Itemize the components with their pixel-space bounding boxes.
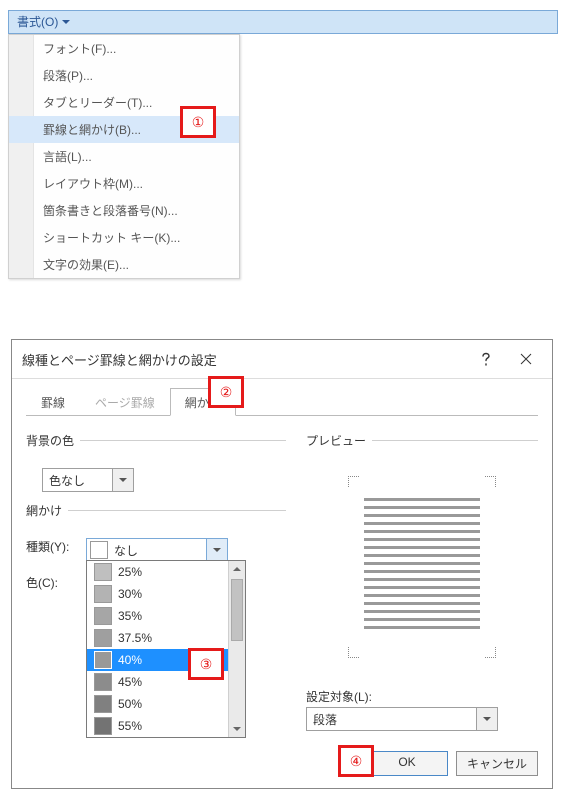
apply-to-label: 設定対象(L):: [306, 688, 538, 705]
scroll-up-button[interactable]: [229, 561, 245, 577]
menu-item-text-effects[interactable]: 文字の効果(E)...: [9, 251, 239, 278]
callout-4: ④: [338, 745, 374, 777]
pattern-dropdown-arrow[interactable]: [206, 539, 227, 561]
swatch-icon: [94, 673, 112, 691]
pattern-option-label: 50%: [118, 697, 142, 711]
bg-color-group-label: 背景の色: [26, 432, 80, 449]
swatch-icon: [94, 651, 112, 669]
pattern-option-label: 25%: [118, 565, 142, 579]
help-icon: [480, 352, 492, 366]
pattern-option-label: 37.5%: [118, 631, 152, 645]
preview-group-label: プレビュー: [306, 432, 372, 449]
callout-3: ③: [188, 648, 224, 680]
dialog-body: 罫線 ページ罫線 網かけ ② 背景の色 色なし: [12, 379, 552, 745]
apply-to-value: 段落: [307, 711, 476, 728]
pattern-option[interactable]: 37.5%: [87, 627, 245, 649]
format-menu-label: 書式(O): [17, 13, 58, 30]
chevron-down-icon: [213, 546, 221, 554]
tab-page-border[interactable]: ページ罫線: [80, 388, 170, 416]
chevron-down-icon: [483, 715, 491, 723]
menu-item-shortcut[interactable]: ショートカット キー(K)...: [9, 224, 239, 251]
menu-item-language[interactable]: 言語(L)...: [9, 143, 239, 170]
preview-corner-icon: [348, 647, 359, 658]
callout-2: ②: [208, 376, 244, 408]
pattern-option-label: 40%: [118, 653, 142, 667]
shading-group-label: 網かけ: [26, 502, 68, 519]
menu-item-paragraph[interactable]: 段落(P)...: [9, 62, 239, 89]
preview-corner-icon: [485, 476, 496, 487]
cancel-button[interactable]: キャンセル: [456, 751, 538, 776]
preview-corner-icon: [348, 476, 359, 487]
format-menu-area: 書式(O) フォント(F)... 段落(P)... タブとリーダー(T)... …: [8, 10, 558, 279]
apply-to-dropdown-arrow[interactable]: [476, 708, 497, 730]
scroll-down-button[interactable]: [229, 721, 245, 737]
pattern-option[interactable]: 30%: [87, 583, 245, 605]
dialog-button-bar: ④ OK キャンセル: [12, 745, 552, 788]
close-button[interactable]: [506, 348, 546, 370]
dialog-titlebar: 線種とページ罫線と網かけの設定: [12, 340, 552, 379]
apply-to-combo[interactable]: 段落: [306, 707, 498, 731]
menu-item-frame[interactable]: レイアウト枠(M)...: [9, 170, 239, 197]
pattern-label: 種類(Y):: [26, 538, 80, 555]
left-column: 背景の色 色なし 網かけ 種類(Y):: [26, 426, 286, 731]
preview-corner-icon: [485, 647, 496, 658]
chevron-down-icon: [119, 476, 127, 484]
close-icon: [520, 353, 532, 365]
pattern-option[interactable]: 35%: [87, 605, 245, 627]
pattern-value: なし: [108, 542, 206, 559]
pattern-option-label: 35%: [118, 609, 142, 623]
help-button[interactable]: [466, 348, 506, 370]
pattern-option-label: 55%: [118, 719, 142, 733]
chevron-up-icon: [233, 565, 241, 573]
ok-button[interactable]: OK: [366, 751, 448, 776]
swatch-icon: [94, 585, 112, 603]
pattern-option[interactable]: 25%: [87, 561, 245, 583]
bg-color-value: 色なし: [43, 472, 112, 489]
right-column: プレビュー 設定対象(L): 段落: [306, 426, 538, 731]
pattern-swatch-none: [90, 541, 108, 559]
callout-1: ①: [180, 106, 216, 138]
swatch-icon: [94, 629, 112, 647]
pattern-option[interactable]: 55%: [87, 715, 245, 737]
shading-preview: [306, 472, 538, 662]
pattern-combo[interactable]: なし 25% 30% 35% 37.5%: [86, 538, 228, 562]
pattern-option-label: 45%: [118, 675, 142, 689]
dialog-title: 線種とページ罫線と網かけの設定: [22, 350, 466, 369]
pattern-option-label: 30%: [118, 587, 142, 601]
bg-color-dropdown-arrow[interactable]: [112, 469, 133, 491]
bg-color-combo[interactable]: 色なし: [42, 468, 134, 492]
chevron-down-icon: [233, 725, 241, 733]
swatch-icon: [94, 717, 112, 735]
pattern-combo-head[interactable]: なし: [86, 538, 228, 562]
swatch-icon: [94, 695, 112, 713]
chevron-down-icon: [62, 18, 70, 26]
preview-lines-icon: [364, 498, 480, 634]
dialog-tabs: 罫線 ページ罫線 網かけ: [26, 387, 538, 416]
tab-borders[interactable]: 罫線: [26, 388, 80, 416]
swatch-icon: [94, 563, 112, 581]
menu-item-font[interactable]: フォント(F)...: [9, 35, 239, 62]
menu-item-numbering[interactable]: 箇条書きと段落番号(N)...: [9, 197, 239, 224]
pattern-option[interactable]: 50%: [87, 693, 245, 715]
format-menu-panel: フォント(F)... 段落(P)... タブとリーダー(T)... 罫線と網かけ…: [8, 34, 240, 279]
pattern-list-scrollbar[interactable]: [228, 561, 245, 737]
borders-shading-dialog: 線種とページ罫線と網かけの設定 罫線 ページ罫線 網かけ ② 背景の色: [11, 339, 553, 789]
color-label: 色(C):: [26, 574, 80, 591]
format-menu-button[interactable]: 書式(O): [8, 10, 558, 34]
scroll-thumb[interactable]: [231, 579, 243, 641]
swatch-icon: [94, 607, 112, 625]
